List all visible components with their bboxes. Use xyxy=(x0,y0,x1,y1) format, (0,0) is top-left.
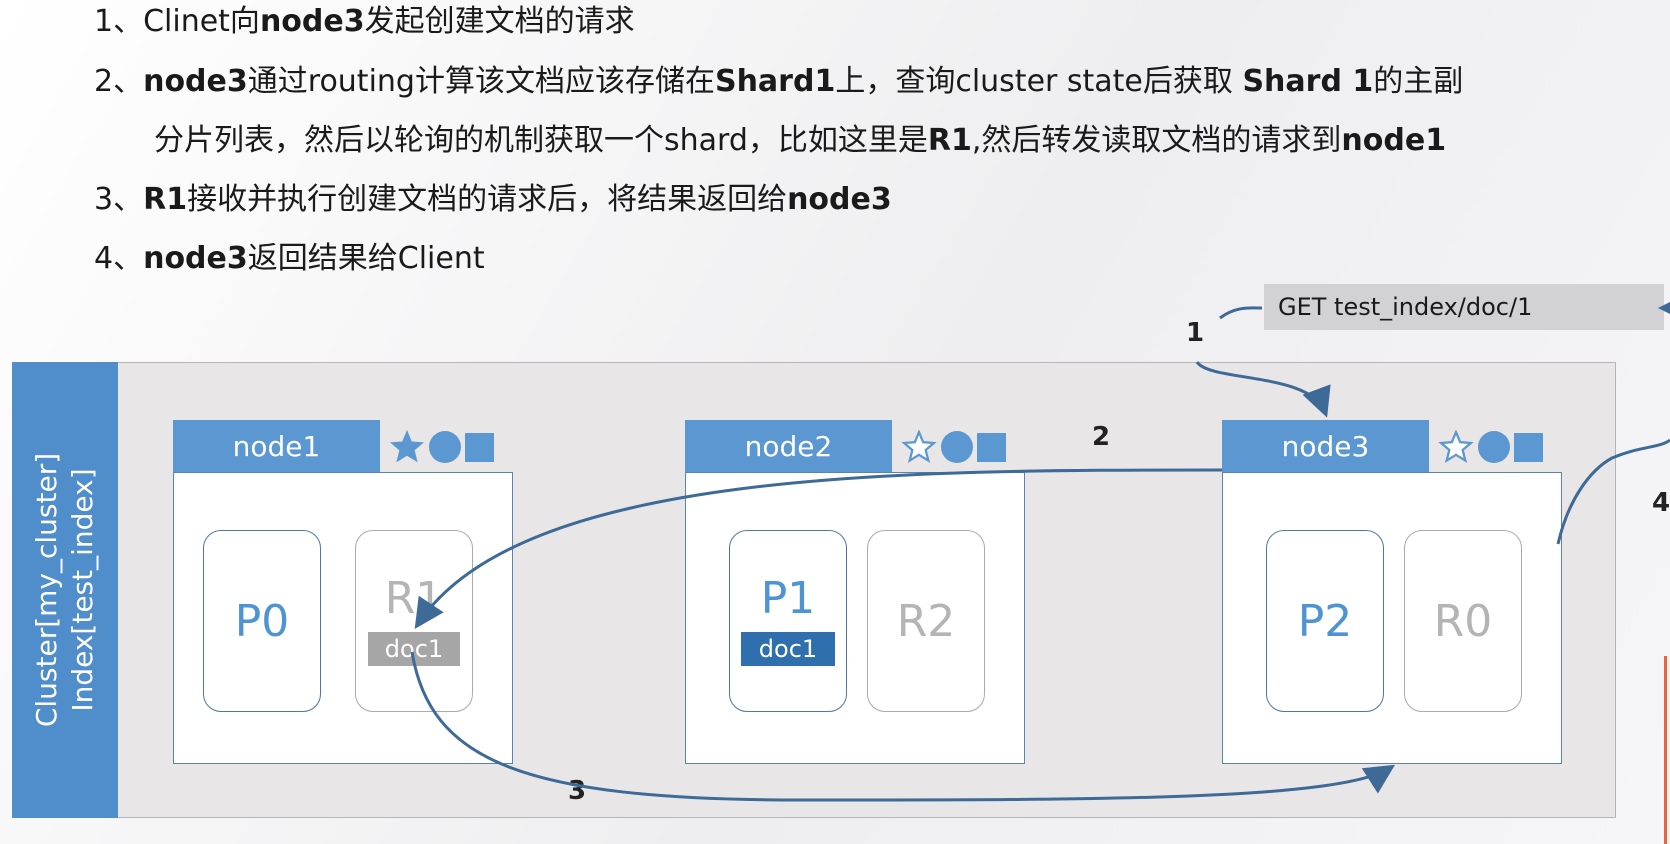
arrow-1 xyxy=(1195,360,1331,418)
cluster-diagram: GET test_index/doc/1 Cluster[my_cluster]… xyxy=(0,0,1670,844)
request-connector xyxy=(1219,306,1263,320)
arrow-4 xyxy=(1556,438,1670,545)
flow-arrows xyxy=(410,293,1670,802)
arrow-3 xyxy=(410,651,1396,802)
arrow-2 xyxy=(414,468,1223,629)
